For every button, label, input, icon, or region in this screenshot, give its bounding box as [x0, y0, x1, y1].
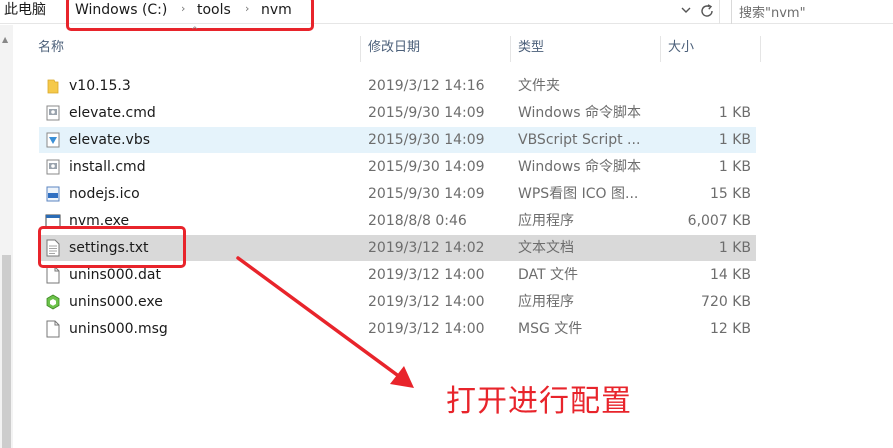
- chevron-down-icon[interactable]: [680, 4, 692, 20]
- file-date: 2019/3/12 14:00: [368, 294, 485, 310]
- file-type: VBScript Script ...: [518, 132, 641, 148]
- file-size: [659, 73, 751, 99]
- file-type: 应用程序: [518, 294, 574, 310]
- file-type: 应用程序: [518, 213, 574, 229]
- cmd-file-icon: [45, 158, 61, 176]
- column-divider[interactable]: [760, 36, 761, 62]
- file-size: 14 KB: [709, 267, 751, 283]
- column-date[interactable]: 修改日期: [360, 34, 510, 62]
- file-size: 12 KB: [709, 321, 751, 337]
- column-header: ^ 名称 修改日期 类型 大小: [30, 26, 770, 62]
- column-name[interactable]: 名称: [30, 34, 360, 62]
- file-size: 1 KB: [718, 132, 751, 148]
- blank-file-icon: [45, 320, 61, 338]
- file-row[interactable]: elevate.vbs 2015/9/30 14:09 VBScript Scr…: [39, 127, 756, 153]
- file-date: 2019/3/12 14:02: [368, 240, 485, 256]
- file-date: 2015/9/30 14:09: [368, 132, 485, 148]
- file-size: 1 KB: [718, 240, 751, 256]
- file-type: Windows 命令脚本: [518, 105, 641, 121]
- file-type: 文本文档: [518, 240, 574, 256]
- file-date: 2015/9/30 14:09: [368, 186, 485, 202]
- cmd-file-icon: [45, 104, 61, 122]
- file-size: 6,007 KB: [687, 213, 751, 229]
- annotation-text: 打开进行配置: [446, 384, 632, 419]
- file-date: 2019/3/12 14:00: [368, 321, 485, 337]
- file-name: unins000.msg: [69, 321, 168, 337]
- file-date: 2018/8/8 0:46: [368, 213, 467, 229]
- file-name: nodejs.ico: [69, 186, 140, 202]
- address-divider: [719, 0, 720, 24]
- file-name: unins000.exe: [69, 294, 163, 310]
- vertical-scrollbar[interactable]: ▲: [0, 25, 13, 448]
- column-type[interactable]: 类型: [510, 34, 660, 62]
- file-size: 720 KB: [701, 294, 751, 310]
- file-row[interactable]: nodejs.ico 2015/9/30 14:09 WPS看图 ICO 图..…: [39, 181, 756, 207]
- file-row[interactable]: install.cmd 2015/9/30 14:09 Windows 命令脚本…: [39, 154, 756, 180]
- file-type: WPS看图 ICO 图...: [518, 186, 639, 202]
- annotation-box-path: [66, 0, 314, 31]
- file-row[interactable]: v10.15.3 2019/3/12 14:16 文件夹: [39, 73, 756, 99]
- search-placeholder: 搜索"nvm": [739, 6, 806, 21]
- node-exe-icon: [45, 293, 61, 311]
- file-name: install.cmd: [69, 159, 146, 175]
- blank-file-icon: [45, 266, 61, 284]
- file-date: 2015/9/30 14:09: [368, 159, 485, 175]
- breadcrumb-this-pc[interactable]: 此电脑: [4, 1, 46, 19]
- column-size[interactable]: 大小: [660, 34, 760, 62]
- ico-file-icon: [45, 185, 61, 203]
- search-input[interactable]: 搜索"nvm": [731, 0, 893, 24]
- file-date: 2019/3/12 14:16: [368, 78, 485, 94]
- vbs-file-icon: [45, 131, 61, 149]
- file-date: 2019/3/12 14:00: [368, 267, 485, 283]
- scroll-up-icon[interactable]: ▲: [2, 35, 8, 44]
- file-type: 文件夹: [518, 78, 560, 94]
- file-type: Windows 命令脚本: [518, 159, 641, 175]
- file-type: MSG 文件: [518, 321, 583, 337]
- file-name: elevate.cmd: [69, 105, 156, 121]
- file-date: 2015/9/30 14:09: [368, 105, 485, 121]
- file-name: elevate.vbs: [69, 132, 150, 148]
- file-size: 1 KB: [718, 105, 751, 121]
- folder-icon: [45, 77, 61, 95]
- file-row[interactable]: elevate.cmd 2015/9/30 14:09 Windows 命令脚本…: [39, 100, 756, 126]
- scroll-thumb[interactable]: [2, 255, 11, 448]
- annotation-box-settings: [38, 226, 186, 268]
- refresh-icon[interactable]: [699, 3, 715, 23]
- file-name: v10.15.3: [69, 78, 131, 94]
- file-row[interactable]: unins000.msg 2019/3/12 14:00 MSG 文件 12 K…: [39, 316, 756, 342]
- file-row[interactable]: unins000.exe 2019/3/12 14:00 应用程序 720 KB: [39, 289, 756, 315]
- file-size: 15 KB: [709, 186, 751, 202]
- file-type: DAT 文件: [518, 267, 579, 283]
- file-size: 1 KB: [718, 159, 751, 175]
